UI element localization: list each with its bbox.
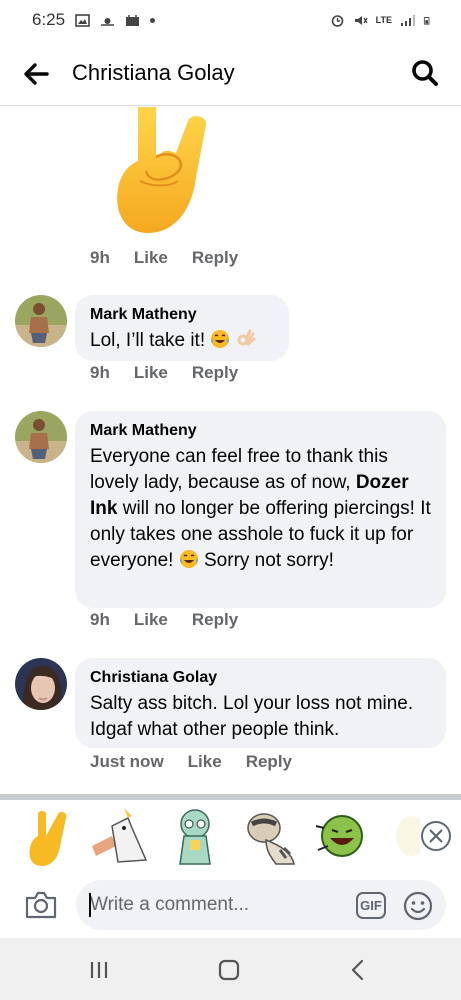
tears-of-joy-emoji <box>179 550 198 568</box>
conversation-header: Christiana Golay <box>0 40 461 106</box>
avatar-photo <box>15 411 67 463</box>
avatar-photo <box>15 658 67 710</box>
comment-text: Lol, I’ll take it! <box>90 328 274 354</box>
status-time: 6:25 <box>32 10 66 29</box>
tears-of-joy-emoji <box>211 330 230 348</box>
recent-apps-icon[interactable] <box>87 958 111 982</box>
unicorn-hand-sticker[interactable] <box>88 806 150 868</box>
rock-on-hand-emoji <box>117 107 207 233</box>
comment-meta: 9h Like Reply <box>90 610 262 630</box>
comment-time: Just now <box>90 752 164 771</box>
comment-author[interactable]: Christiana Golay <box>90 668 431 688</box>
reply-button[interactable]: Reply <box>192 363 238 383</box>
like-button[interactable]: Like <box>134 610 168 630</box>
tray-icon <box>126 14 140 26</box>
camera-icon[interactable] <box>24 890 58 920</box>
comment-input[interactable] <box>90 892 340 918</box>
smiley-icon[interactable] <box>403 891 433 921</box>
gif-button[interactable]: GIF <box>356 892 386 919</box>
mute-icon <box>354 15 368 25</box>
close-stickers-icon[interactable] <box>420 820 452 852</box>
tennis-ball-laughing-sticker[interactable] <box>310 806 372 868</box>
weather-icon <box>101 17 115 26</box>
comment-meta: 9h Like Reply <box>90 363 262 383</box>
gallery-icon <box>75 13 90 27</box>
comment-time: 9h <box>90 610 110 629</box>
back-arrow-icon[interactable] <box>22 60 50 88</box>
avatar[interactable] <box>15 411 67 463</box>
reply-button[interactable]: Reply <box>192 610 238 630</box>
comment-composer: GIF <box>0 874 461 938</box>
comment-box: GIF <box>76 880 446 930</box>
comment-meta: 9h Like Reply <box>90 248 262 268</box>
battery-icon <box>423 16 430 25</box>
comment-author[interactable]: Mark Matheny <box>90 421 431 441</box>
reply-button[interactable]: Reply <box>246 752 292 772</box>
like-button[interactable]: Like <box>188 752 222 772</box>
sticker-tray[interactable] <box>0 800 461 874</box>
squidward-sticker[interactable] <box>164 806 226 868</box>
network-label: LTE <box>375 15 392 25</box>
raccoon-sticker[interactable] <box>236 806 298 868</box>
like-button[interactable]: Like <box>134 363 168 383</box>
comment-text-body: Lol, I’ll take it! <box>90 330 206 351</box>
system-nav-bar <box>0 938 461 1000</box>
comment-bubble: Mark Matheny Everyone can feel free to t… <box>75 411 446 608</box>
home-icon[interactable] <box>217 958 241 982</box>
notification-dot-icon <box>150 17 156 23</box>
comment-bubble: Christiana Golay Salty ass bitch. Lol yo… <box>75 658 446 748</box>
signal-icon <box>401 14 415 26</box>
status-bar: 6:25 LTE <box>0 0 461 40</box>
rock-on-hand-sticker[interactable] <box>22 806 84 868</box>
avatar[interactable] <box>15 295 67 347</box>
comment-text-part3: Sorry not sorry! <box>198 550 334 571</box>
avatar-photo <box>15 295 67 347</box>
comment-bubble: Mark Matheny Lol, I’ll take it! <box>75 295 289 361</box>
partial-sticker[interactable] <box>390 806 420 868</box>
alarm-icon <box>331 14 343 27</box>
ok-hand-emoji <box>237 329 256 346</box>
search-icon[interactable] <box>410 58 440 88</box>
comment-text-part1: Everyone can feel free to thank this lov… <box>90 446 388 493</box>
like-button[interactable]: Like <box>134 248 168 268</box>
comment-time: 9h <box>90 248 110 267</box>
comments-feed[interactable]: 9h Like Reply Mark Matheny Lol, I’ll tak… <box>0 107 461 794</box>
comment-text: Everyone can feel free to thank this lov… <box>90 444 431 574</box>
reply-button[interactable]: Reply <box>192 248 238 268</box>
comment-author[interactable]: Mark Matheny <box>90 305 274 325</box>
comment-meta: Just now Like Reply <box>90 752 316 772</box>
text-caret <box>89 893 91 917</box>
page-title: Christiana Golay <box>72 60 235 85</box>
comment-time: 9h <box>90 363 110 382</box>
avatar[interactable] <box>15 658 67 710</box>
comment-text: Salty ass bitch. Lol your loss not mine.… <box>90 693 414 740</box>
back-icon[interactable] <box>347 958 371 982</box>
